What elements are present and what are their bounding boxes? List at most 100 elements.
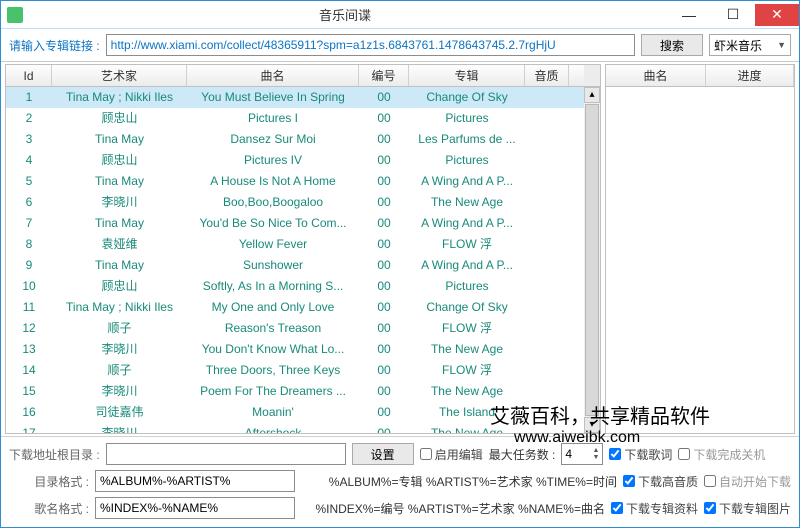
spinner-arrows-icon[interactable]: ▲▼ [592,447,599,461]
bottom-panel: 下载地址根目录 : 设置 启用编辑 最大任务数 : 4 ▲▼ 下载歌词 下载完成… [1,436,799,527]
settings-button[interactable]: 设置 [352,443,414,465]
info-checkbox[interactable]: 下载专辑资料 [611,500,698,517]
table-row[interactable]: 16司徒嘉伟Moanin'00The Island [6,402,584,423]
col-code[interactable]: 编号 [359,65,409,86]
results-header: Id 艺术家 曲名 编号 专辑 音质 [6,65,584,87]
row-dirfmt: 目录格式 : %ALBUM%=专辑 %ARTIST%=艺术家 %TIME%=时间… [9,470,791,492]
table-row[interactable]: 4顾忠山Pictures IV00Pictures [6,150,584,171]
cell: 李晓川 [52,381,187,402]
col-song[interactable]: 曲名 [187,65,359,86]
cell: 李晓川 [52,192,187,213]
table-row[interactable]: 14顺子Three Doors, Three Keys00FLOW 浮 [6,360,584,381]
cell: 3 [6,129,52,150]
root-input[interactable] [106,443,346,465]
cell: Softly, As In a Morning S... [187,276,359,297]
dirfmt-desc: %ALBUM%=专辑 %ARTIST%=艺术家 %TIME%=时间 [329,473,617,490]
cell [525,423,569,433]
cell: 司徒嘉伟 [52,402,187,423]
cell: FLOW 浮 [409,360,525,381]
url-input[interactable] [106,34,635,56]
cell [525,171,569,192]
dl-col-song[interactable]: 曲名 [606,65,706,86]
cell: 11 [6,297,52,318]
dirfmt-input[interactable] [95,470,295,492]
table-row[interactable]: 11Tina May ; Nikki IlesMy One and Only L… [6,297,584,318]
namefmt-desc: %INDEX%=编号 %ARTIST%=艺术家 %NAME%=曲名 [315,500,605,517]
cell: Poem For The Dreamers ... [187,381,359,402]
cell: Sunshower [187,255,359,276]
table-row[interactable]: 10顾忠山Softly, As In a Morning S...00Pictu… [6,276,584,297]
cell: 00 [359,423,409,433]
cell: 00 [359,360,409,381]
search-button[interactable]: 搜索 [641,34,703,56]
source-value: 虾米音乐 [714,37,762,54]
col-id[interactable]: Id [6,65,52,86]
cell: 16 [6,402,52,423]
cell: 00 [359,297,409,318]
source-combo[interactable]: 虾米音乐 ▼ [709,34,791,56]
cell: You'd Be So Nice To Com... [187,213,359,234]
cell: 9 [6,255,52,276]
cell: Dansez Sur Moi [187,129,359,150]
cell [525,276,569,297]
cell: Tina May [52,171,187,192]
cell [525,297,569,318]
shutdown-checkbox[interactable]: 下载完成关机 [678,446,765,463]
col-artist[interactable]: 艺术家 [52,65,187,86]
namefmt-input[interactable] [95,497,295,519]
table-row[interactable]: 17李晓川Aftershock00The New Age [6,423,584,433]
table-row[interactable]: 5Tina MayA House Is Not A Home00A Wing A… [6,171,584,192]
downloads-body[interactable] [606,87,794,433]
cell [525,213,569,234]
cell: 顾忠山 [52,276,187,297]
cell: The New Age [409,423,525,433]
cell: FLOW 浮 [409,318,525,339]
cell: 顺子 [52,360,187,381]
cell: 5 [6,171,52,192]
auto-checkbox[interactable]: 自动开始下载 [704,473,791,490]
cell [525,129,569,150]
close-button[interactable]: ✕ [755,4,799,26]
cell: The Island [409,402,525,423]
cell: 00 [359,402,409,423]
table-row[interactable]: 9Tina MaySunshower00A Wing And A P... [6,255,584,276]
table-row[interactable]: 3Tina MayDansez Sur Moi00Les Parfums de … [6,129,584,150]
window-controls: — ☐ ✕ [667,4,799,26]
scroll-down-icon[interactable]: ▾ [584,417,600,433]
vertical-scrollbar[interactable]: ▴ ▾ [584,87,600,433]
table-row[interactable]: 7Tina MayYou'd Be So Nice To Com...00A W… [6,213,584,234]
scroll-thumb[interactable] [585,104,599,416]
max-tasks-spinner[interactable]: 4 ▲▼ [561,443,603,465]
maximize-button[interactable]: ☐ [711,4,755,26]
hq-checkbox[interactable]: 下载高音质 [623,473,698,490]
cell: Tina May [52,255,187,276]
table-row[interactable]: 13李晓川You Don't Know What Lo...00The New … [6,339,584,360]
cell: Moanin' [187,402,359,423]
cell: Tina May ; Nikki Iles [52,87,187,108]
enable-edit-checkbox[interactable]: 启用编辑 [420,446,483,463]
cell: Pictures [409,276,525,297]
cell: Pictures IV [187,150,359,171]
table-row[interactable]: 6李晓川Boo,Boo,Boogaloo00The New Age [6,192,584,213]
col-quality[interactable]: 音质 [525,65,569,86]
dl-col-progress[interactable]: 进度 [706,65,794,86]
col-album[interactable]: 专辑 [409,65,525,86]
cell: Tina May ; Nikki Iles [52,297,187,318]
cell: My One and Only Love [187,297,359,318]
content-row: Id 艺术家 曲名 编号 专辑 音质 1Tina May ; Nikki Ile… [1,61,799,436]
table-row[interactable]: 12顺子Reason's Treason00FLOW 浮 [6,318,584,339]
table-row[interactable]: 1Tina May ; Nikki IlesYou Must Believe I… [6,87,584,108]
lyrics-checkbox[interactable]: 下载歌词 [609,446,672,463]
cell: A House Is Not A Home [187,171,359,192]
table-row[interactable]: 8袁娅维Yellow Fever00FLOW 浮 [6,234,584,255]
scroll-up-icon[interactable]: ▴ [584,87,600,103]
results-body[interactable]: 1Tina May ; Nikki IlesYou Must Believe I… [6,87,584,433]
cell: The New Age [409,192,525,213]
cell: Yellow Fever [187,234,359,255]
cell: 15 [6,381,52,402]
cell: 00 [359,171,409,192]
minimize-button[interactable]: — [667,4,711,26]
table-row[interactable]: 2顾忠山Pictures I00Pictures [6,108,584,129]
cover-checkbox[interactable]: 下载专辑图片 [704,500,791,517]
table-row[interactable]: 15李晓川Poem For The Dreamers ...00The New … [6,381,584,402]
